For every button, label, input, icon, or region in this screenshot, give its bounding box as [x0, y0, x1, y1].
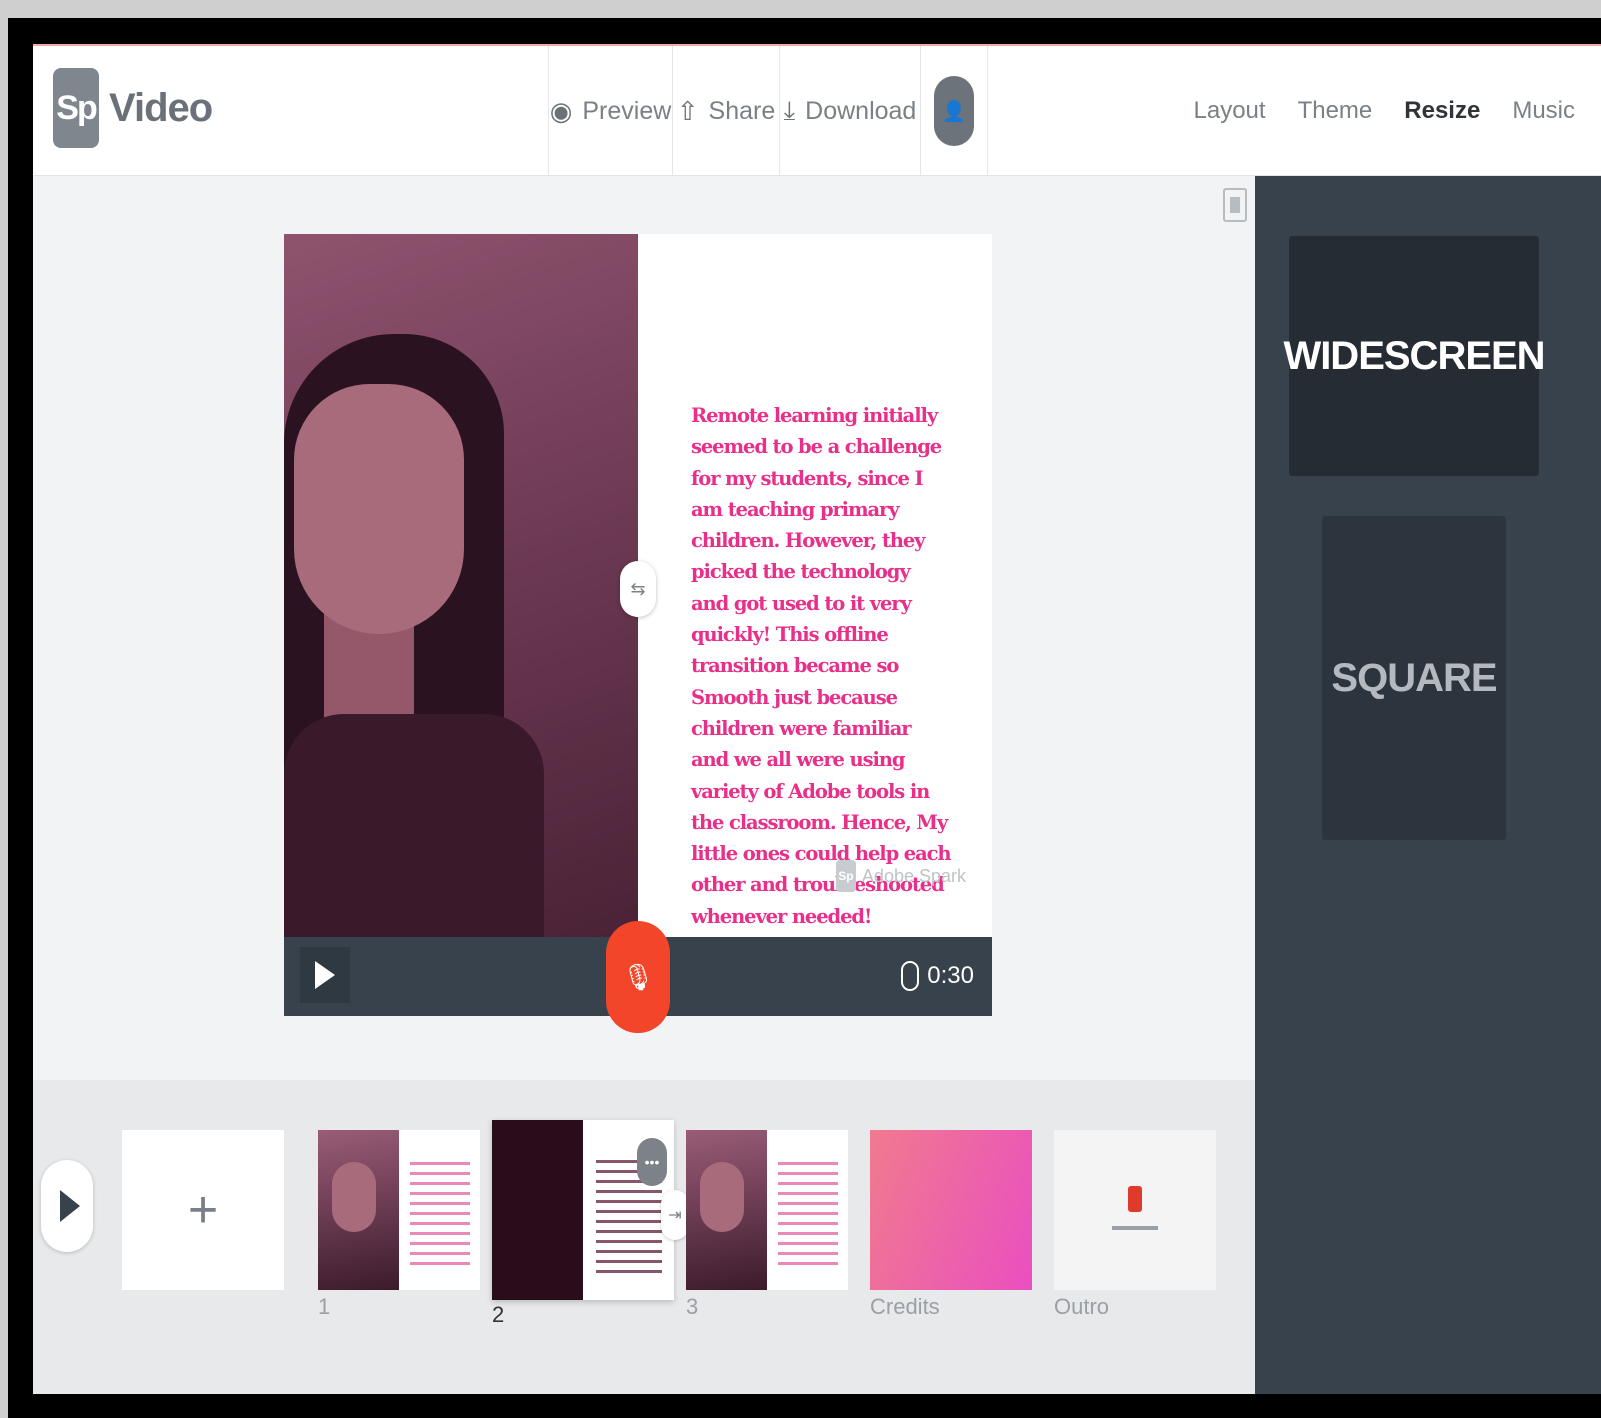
logo-text: Video: [109, 85, 213, 130]
download-label: Download: [805, 96, 917, 125]
watermark-text: Adobe Spark: [861, 865, 966, 886]
slide-thumbnail-credits[interactable]: [870, 1130, 1032, 1290]
playback-controls: 🎙 0:30: [284, 921, 992, 1033]
slide-timeline: + ••• ⇥ 1 2 3 Credits Outro: [33, 1080, 1255, 1394]
download-icon: ⤓: [783, 95, 796, 125]
slide-canvas: Remote learning initially seemed to be a…: [284, 234, 992, 1033]
adobe-spark-watermark: Sp Adobe Spark: [835, 860, 966, 892]
resize-panel: WIDESCREEN SQUARE: [1255, 176, 1601, 1394]
timeline-play-button[interactable]: [41, 1160, 93, 1252]
share-button[interactable]: ⇧ Share: [672, 46, 779, 176]
nav-layout[interactable]: Layout: [1194, 97, 1266, 125]
thumb-photo: [318, 1130, 399, 1290]
spark-logo-icon: Sp: [835, 860, 856, 892]
preview-icon: ◉: [549, 95, 573, 126]
microphone-icon: 🎙: [621, 961, 655, 992]
thumb-photo: [492, 1120, 583, 1300]
photo-face-shape: [294, 384, 464, 634]
nav-resize[interactable]: Resize: [1404, 97, 1480, 125]
insert-slide-icon[interactable]: ⇥: [661, 1190, 689, 1240]
invite-collaborator-button[interactable]: 👤: [920, 46, 988, 176]
square-option[interactable]: SQUARE: [1322, 516, 1506, 840]
slide-text[interactable]: Remote learning initially seemed to be a…: [691, 400, 952, 932]
play-button[interactable]: [300, 947, 350, 1003]
thumb-photo: [686, 1130, 767, 1290]
slide-label: 2: [492, 1302, 505, 1327]
slide-label: Credits: [870, 1294, 940, 1319]
photo-shirt-shape: [284, 714, 544, 937]
clock-icon: [901, 961, 920, 991]
app-logo[interactable]: Sp Video: [53, 68, 213, 148]
adobe-logo-icon: [1128, 1186, 1142, 1212]
share-icon: ⇧: [676, 95, 699, 126]
logo-badge: Sp: [53, 68, 99, 148]
preview-label: Preview: [582, 96, 672, 125]
fit-to-screen-icon[interactable]: [1223, 188, 1247, 222]
thumb-text-lines: [410, 1162, 470, 1272]
slide-label: 3: [686, 1294, 699, 1319]
download-button[interactable]: ⤓ Download: [779, 46, 920, 176]
slide-label: Outro: [1054, 1294, 1110, 1319]
thumb-text-lines: [778, 1162, 838, 1272]
outro-text-line: [1112, 1226, 1158, 1230]
duration-value: 0:30: [927, 962, 974, 989]
slide-duration[interactable]: 0:30: [901, 961, 974, 991]
slide-thumbnail-outro[interactable]: [1054, 1130, 1216, 1290]
share-label: Share: [708, 96, 776, 125]
preview-button[interactable]: ◉ Preview: [548, 46, 672, 176]
add-user-icon: 👤: [934, 76, 974, 146]
add-slide-button[interactable]: +: [122, 1130, 284, 1290]
slide-thumbnail-3[interactable]: [686, 1130, 848, 1290]
slide-photo[interactable]: [284, 234, 638, 937]
swap-layout-icon[interactable]: ⇆: [620, 561, 656, 617]
record-voice-button[interactable]: 🎙: [606, 921, 670, 1033]
slide-text-panel[interactable]: Remote learning initially seemed to be a…: [638, 234, 992, 937]
slide-options-icon[interactable]: •••: [637, 1138, 667, 1186]
slide-thumbnail-1[interactable]: [318, 1130, 480, 1290]
top-nav: Layout Theme Resize Music: [1194, 46, 1575, 176]
slide-label: 1: [318, 1294, 331, 1319]
nav-theme[interactable]: Theme: [1298, 97, 1373, 125]
nav-music[interactable]: Music: [1512, 97, 1575, 125]
spark-video-editor: Sp Video ◉ Preview ⇧ Share ⤓ Download 👤 …: [33, 44, 1601, 1394]
widescreen-option[interactable]: WIDESCREEN: [1283, 236, 1546, 476]
header-bar: Sp Video ◉ Preview ⇧ Share ⤓ Download 👤 …: [33, 46, 1601, 176]
